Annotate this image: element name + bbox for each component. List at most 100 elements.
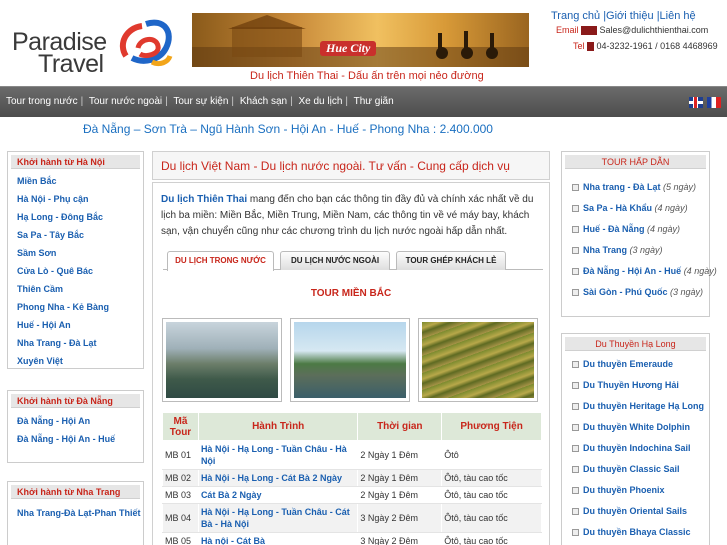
sidebar-from-danang: Khởi hành từ Đà Nẵng Đà Nẵng - Hội An Đà…	[7, 390, 144, 463]
tour-duration: 2 Ngày 1 Đêm	[357, 440, 443, 470]
col-header-route: Hành Trình	[197, 412, 359, 441]
col-header-vehicle: Phương Tiện	[441, 412, 542, 441]
table-row[interactable]: MB 02 Hà Nội - Hạ Long - Cát Bà 2 Ngày 2…	[162, 469, 542, 487]
sidebar-item[interactable]: Nha Trang - Đà Lạt	[8, 334, 143, 352]
halong-cruises-box: Du Thuyền Hạ Long Du thuyền Emeraude Du …	[561, 333, 710, 545]
nav-international-tours[interactable]: Tour nước ngoài	[89, 96, 162, 107]
hot-tour-item[interactable]: Sa Pa - Hà Khẩu (4 ngày)	[562, 198, 709, 219]
tour-route[interactable]: Hà Nội - Hạ Long - Tuần Châu - Cát Bà - …	[197, 503, 359, 533]
nav-domestic-tours[interactable]: Tour trong nước	[6, 96, 78, 107]
cruise-item[interactable]: Du thuyền Heritage Hạ Long	[562, 396, 709, 417]
tel-row: Tel 04-3232-1961 / 0168 4468969	[573, 41, 718, 52]
tour-duration: 2 Ngày 1 Đêm	[357, 486, 443, 504]
section-title: TOUR MIỀN BẮC	[310, 288, 392, 299]
tour-vehicle: Ôtô, tàu cao tốc	[441, 532, 542, 545]
tour-code: MB 04	[162, 503, 199, 533]
phone-icon	[587, 42, 595, 52]
banner-scene-image	[192, 15, 529, 67]
center-title-box: Du lịch Việt Nam - Du lịch nước ngoài. T…	[152, 151, 550, 180]
cruise-item[interactable]: Du thuyền Bhaya Classic	[562, 522, 709, 543]
cruise-item[interactable]: Du thuyền Indochina Sail	[562, 438, 709, 459]
tour-vehicle: Ôtô, tàu cao tốc	[441, 503, 542, 533]
tour-route[interactable]: Hà Nội - Hạ Long - Cát Bà 2 Ngày	[197, 469, 359, 487]
tour-code: MB 05	[162, 532, 199, 545]
tour-code: MB 03	[162, 486, 199, 504]
hot-tours-box: TOUR HẤP DẪN Nha trang - Đà Lạt (5 ngày)…	[561, 151, 717, 317]
about-link[interactable]: Giới thiệu	[606, 10, 654, 22]
tour-vehicle: Ôtô	[441, 440, 542, 470]
top-links: Trang chủ |Giới thiệu |Liên hệ	[551, 10, 696, 22]
cruise-item[interactable]: Du thuyền Classic Sail	[562, 459, 709, 480]
france-flag-icon[interactable]	[707, 96, 721, 108]
sidebar-item[interactable]: Hà Nội - Phụ cận	[8, 190, 143, 208]
table-row[interactable]: MB 05 Hà nội - Cát Bà 3 Ngày 2 Đêm Ôtô, …	[162, 532, 542, 545]
cruise-item[interactable]: Du thuyền Phoenix	[562, 480, 709, 501]
email-address[interactable]: Sales@dulichthienthai.com	[600, 25, 709, 35]
nav-event-tours[interactable]: Tour sự kiện	[173, 96, 228, 107]
tour-vehicle: Ôtô, tàu cao tốc	[441, 469, 542, 487]
cruise-item[interactable]: Du thuyền Oriental Sails	[562, 501, 709, 522]
hot-tour-item[interactable]: Huế - Đà Nẵng (4 ngày)	[562, 219, 709, 240]
hot-tour-item[interactable]: Đà Nẵng - Hội An - Huế (4 ngày)	[562, 261, 717, 282]
envelope-icon	[581, 26, 598, 36]
tab-group-tour[interactable]: TOUR GHÉP KHÁCH LẺ	[396, 251, 506, 270]
sidebar-item[interactable]: Phong Nha - Kẻ Bàng	[8, 298, 143, 316]
rice-terraces-photo[interactable]	[418, 318, 538, 402]
hue-city-banner: Hue City	[192, 13, 529, 67]
tour-duration: 3 Ngày 2 Đêm	[357, 532, 443, 545]
table-row[interactable]: MB 04 Hà Nội - Hạ Long - Tuần Châu - Cát…	[162, 503, 542, 533]
sidebar-heading: Khởi hành từ Đà Nẵng	[11, 394, 140, 408]
sidebar-item[interactable]: Nha Trang-Đà Lạt-Phan Thiết	[8, 502, 143, 520]
cruise-item[interactable]: Du thuyền Emeraude	[562, 354, 709, 375]
nav-hotels[interactable]: Khách sạn	[240, 96, 287, 107]
email-row: Email Sales@dulichthienthai.com	[556, 25, 709, 36]
hot-tour-item[interactable]: Sài Gòn - Phú Quốc (3 ngày)	[562, 282, 709, 303]
contact-link[interactable]: Liên hệ	[660, 10, 696, 22]
intro-brand: Du lịch Thiên Thai	[161, 194, 248, 205]
logo-swirl-icon	[119, 19, 173, 67]
table-row[interactable]: MB 03 Cát Bà 2 Ngày 2 Ngày 1 Đêm Ôtô, tà…	[162, 486, 542, 504]
tour-code: MB 01	[162, 440, 199, 470]
paradise-travel-logo[interactable]: Paradise Travel	[8, 18, 178, 78]
page-title: Du lịch Việt Nam - Du lịch nước ngoài. T…	[161, 159, 510, 173]
tour-duration: 3 Ngày 2 Đêm	[357, 503, 443, 533]
hot-tour-item[interactable]: Nha trang - Đà Lạt (5 ngày)	[562, 177, 709, 198]
hoan-kiem-lake-photo[interactable]	[290, 318, 410, 402]
hot-tours-heading: TOUR HẤP DẪN	[565, 155, 706, 169]
cruise-item[interactable]: Du thuyền White Dolphin	[562, 417, 709, 438]
sidebar-item[interactable]: Cửa Lò - Quê Bác	[8, 262, 143, 280]
banner-caption: Hue City	[320, 41, 377, 56]
phone-number: 04-3232-1961 / 0168 4468969	[596, 41, 718, 51]
table-row[interactable]: MB 01 Hà Nội - Hạ Long - Tuần Châu - Hà …	[162, 440, 542, 470]
nav-travel-cars[interactable]: Xe du lịch	[298, 96, 342, 107]
promo-marquee[interactable]: Đà Nẵng – Sơn Trà – Ngũ Hành Sơn - Hội A…	[83, 122, 493, 136]
tab-domestic[interactable]: DU LỊCH TRONG NƯỚC	[167, 251, 274, 271]
sidebar-item[interactable]: Đà Nẵng - Hội An - Huế	[8, 430, 143, 448]
tel-label: Tel	[573, 41, 585, 51]
tour-route[interactable]: Hà nội - Cát Bà	[197, 532, 359, 545]
sidebar-item[interactable]: Sầm Sơn	[8, 244, 143, 262]
sidebar-heading: Khởi hành từ Hà Nội	[11, 155, 140, 169]
sidebar-item[interactable]: Huế - Hội An	[8, 316, 143, 334]
sidebar-heading: Khởi hành từ Nha Trang	[11, 485, 140, 499]
tour-route[interactable]: Hà Nội - Hạ Long - Tuần Châu - Hà Nội	[197, 440, 359, 470]
sidebar-item[interactable]: Hạ Long - Đông Bắc	[8, 208, 143, 226]
sidebar-item[interactable]: Đà Nẵng - Hội An	[8, 412, 143, 430]
home-link[interactable]: Trang chủ	[551, 10, 600, 22]
cruise-item[interactable]: Du Thuyền Hương Hải	[562, 375, 709, 396]
nav-relax[interactable]: Thư giãn	[354, 96, 394, 107]
intro-paragraph: Du lịch Thiên Thai mang đến cho bạn các …	[161, 192, 545, 240]
sidebar-item[interactable]: Sa Pa - Tây Bắc	[8, 226, 143, 244]
sidebar-item[interactable]: Xuyên Việt	[8, 352, 143, 370]
hot-tour-item[interactable]: Nha Trang (3 ngày)	[562, 240, 709, 261]
col-header-duration: Thời gian	[357, 412, 443, 441]
sidebar-item[interactable]: Thiên Cầm	[8, 280, 143, 298]
tour-table: Mã Tour Hành Trình Thời gian Phương Tiện…	[162, 412, 542, 545]
email-label: Email	[556, 25, 579, 35]
tour-route[interactable]: Cát Bà 2 Ngày	[197, 486, 359, 504]
tab-international[interactable]: DU LỊCH NƯỚC NGOÀI	[280, 251, 390, 270]
halong-bay-photo[interactable]	[162, 318, 282, 402]
sidebar-from-nhatrang: Khởi hành từ Nha Trang Nha Trang-Đà Lạt-…	[7, 481, 144, 545]
uk-flag-icon[interactable]	[688, 96, 703, 108]
sidebar-item[interactable]: Miền Bắc	[8, 172, 143, 190]
